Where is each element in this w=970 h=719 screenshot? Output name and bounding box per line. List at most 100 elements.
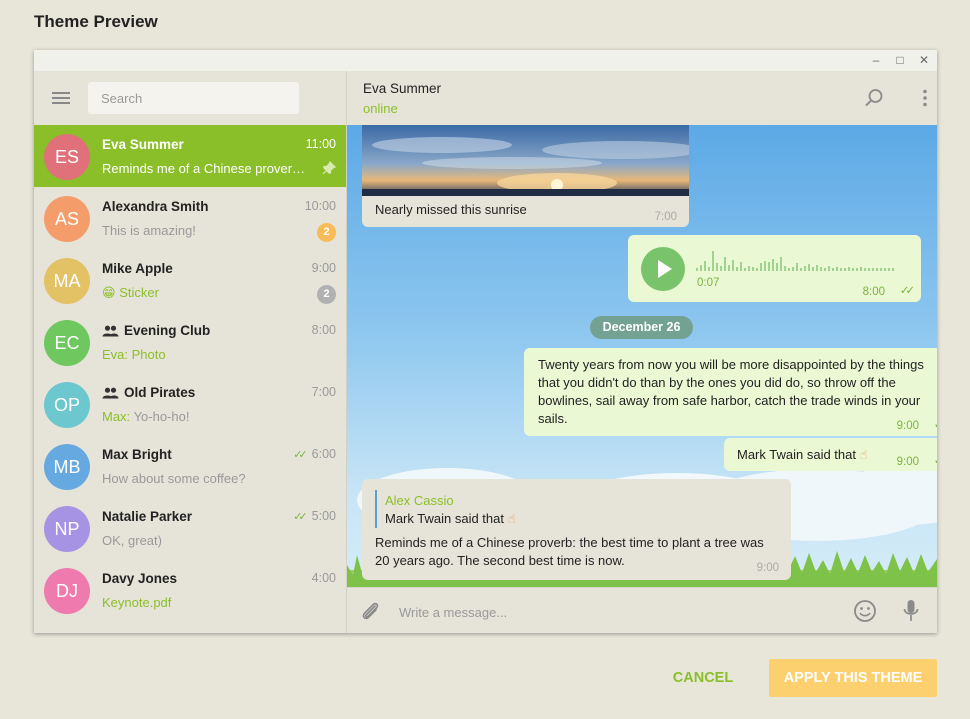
message-time: 8:00 xyxy=(862,286,885,298)
chat-time: ✓✓ 5:00 xyxy=(293,509,336,523)
chat-item-mike-apple[interactable]: MA Mike Apple 9:00 😁 Sticker 2 xyxy=(34,249,346,311)
grin-emoji-icon: 😁 xyxy=(102,285,116,300)
chat-item-max-bright[interactable]: MB Max Bright ✓✓ 6:00 How about some coff… xyxy=(34,435,346,497)
message-input[interactable] xyxy=(397,600,821,624)
dialog-title: Theme Preview xyxy=(34,12,158,31)
close-icon[interactable]: ✕ xyxy=(917,53,931,67)
chat-list-sidebar: ES Eva Summer 11:00 Reminds me of a Chin… xyxy=(34,71,347,633)
peer-status: online xyxy=(363,101,398,116)
search-icon[interactable] xyxy=(864,88,884,108)
avatar: EC xyxy=(44,320,90,366)
paperclip-icon[interactable] xyxy=(359,599,381,623)
date-separator: December 26 xyxy=(590,316,693,339)
avatar: OP xyxy=(44,382,90,428)
play-button[interactable] xyxy=(641,247,685,291)
chat-item-eva-summer[interactable]: ES Eva Summer 11:00 Reminds me of a Chin… xyxy=(34,125,346,187)
play-icon xyxy=(658,260,672,278)
chat-item-old-pirates[interactable]: OP Old Pirates 7:00 Max: Yo-ho-ho! xyxy=(34,373,346,435)
search-input[interactable] xyxy=(88,82,299,114)
chat-name: Old Pirates xyxy=(102,385,195,400)
chat-item-alexandra-smith[interactable]: AS Alexandra Smith 10:00 This is amazing… xyxy=(34,187,346,249)
chat-preview: This is amazing! xyxy=(102,223,196,238)
microphone-icon[interactable] xyxy=(901,598,921,624)
double-check-icon: ✓✓ xyxy=(293,511,308,523)
group-icon xyxy=(102,325,119,337)
chat-time: 4:00 xyxy=(311,571,336,585)
avatar: ES xyxy=(44,134,90,180)
sidebar-header xyxy=(34,71,346,125)
pointing-up-emoji-icon: ☝ xyxy=(507,511,516,526)
chat-name: Evening Club xyxy=(102,323,210,338)
conversation-header: Eva Summer online xyxy=(347,71,937,125)
avatar: AS xyxy=(44,196,90,242)
chat-preview: Reminds me of a Chinese proverb: the bes… xyxy=(102,161,310,176)
message-time: 9:00 xyxy=(896,420,919,432)
chat-preview: Max: Yo-ho-ho! xyxy=(102,409,312,424)
avatar: MA xyxy=(44,258,90,304)
chat-name: Natalie Parker xyxy=(102,509,193,524)
chat-name: Davy Jones xyxy=(102,571,178,586)
chat-time: 10:00 xyxy=(304,199,336,213)
avatar: NP xyxy=(44,506,90,552)
chat-time: 11:00 xyxy=(305,137,336,151)
chat-time: 8:00 xyxy=(311,323,336,337)
message-text: Reminds me of a Chinese proverb: the bes… xyxy=(375,535,764,568)
reply-author[interactable]: Alex Cassio xyxy=(385,492,454,510)
hamburger-menu-icon[interactable] xyxy=(52,92,70,104)
avatar: DJ xyxy=(44,568,90,614)
more-vertical-icon[interactable] xyxy=(915,88,935,108)
chat-preview-text: Sticker xyxy=(119,285,159,300)
double-check-icon: ✓✓ xyxy=(934,416,937,434)
sunrise-photo[interactable] xyxy=(362,125,689,196)
chat-preview-text: Yo-ho-ho! xyxy=(133,409,190,424)
photo-message[interactable]: Nearly missed this sunrise 7:00 xyxy=(362,125,689,227)
message-text-content: Mark Twain said that xyxy=(737,447,856,462)
chat-preview: OK, great) xyxy=(102,533,162,548)
chat-name: Alexandra Smith xyxy=(102,199,209,214)
voice-message[interactable]: 0:07 8:00 ✓✓ xyxy=(628,235,921,302)
chat-time-text: 6:00 xyxy=(311,447,336,461)
chat-preview: Eva: Photo xyxy=(102,347,166,362)
chat-name: Max Bright xyxy=(102,447,172,462)
quote-message[interactable]: Twenty years from now you will be more d… xyxy=(524,348,937,436)
chat-time: 7:00 xyxy=(311,385,336,399)
chat-name: Eva Summer xyxy=(102,137,184,152)
unread-badge: 2 xyxy=(317,285,336,304)
chat-preview: 😁 Sticker xyxy=(102,285,312,301)
message-text: Twenty years from now you will be more d… xyxy=(538,357,924,426)
chat-preview: How about some coffee? xyxy=(102,471,246,486)
twain-message[interactable]: Mark Twain said that ☝ 9:00 ✓✓ xyxy=(724,438,937,471)
message-time: 7:00 xyxy=(654,211,677,223)
composer-bar xyxy=(347,587,937,633)
window-titlebar: – □ ✕ xyxy=(34,50,937,71)
cancel-button[interactable]: CANCEL xyxy=(664,660,742,696)
chat-item-natalie-parker[interactable]: NP Natalie Parker ✓✓ 5:00 OK, great) xyxy=(34,497,346,559)
chat-item-davy-jones[interactable]: DJ Davy Jones 4:00 Keynote.pdf xyxy=(34,559,346,621)
minimize-icon[interactable]: – xyxy=(869,53,883,67)
maximize-icon[interactable]: □ xyxy=(893,53,907,67)
reply-quote-text: Mark Twain said that xyxy=(385,511,504,526)
group-icon xyxy=(102,387,119,399)
reply-quote[interactable]: Mark Twain said that ☝ xyxy=(385,510,516,528)
preview-sender: Max: xyxy=(102,409,131,424)
chat-item-evening-club[interactable]: EC Evening Club 8:00 Eva: Photo xyxy=(34,311,346,373)
chat-name-text: Evening Club xyxy=(124,323,211,338)
reply-bar xyxy=(375,490,377,528)
double-check-icon: ✓✓ xyxy=(293,449,308,461)
message-time: 9:00 xyxy=(896,456,919,468)
avatar: MB xyxy=(44,444,90,490)
chat-preview: Keynote.pdf xyxy=(102,595,172,610)
emoji-icon[interactable] xyxy=(853,599,877,623)
unread-badge: 2 xyxy=(317,223,336,242)
chat-name-text: Old Pirates xyxy=(124,385,196,400)
preview-window: – □ ✕ ES Eva Summer 11:00 Reminds me of … xyxy=(34,50,937,633)
chat-time-text: 5:00 xyxy=(311,509,336,523)
pin-icon xyxy=(322,161,336,175)
chat-time: ✓✓ 6:00 xyxy=(293,447,336,461)
double-check-icon: ✓✓ xyxy=(899,285,915,297)
reply-message[interactable]: Alex Cassio Mark Twain said that ☝ Remin… xyxy=(362,479,791,580)
photo-caption: Nearly missed this sunrise xyxy=(375,202,527,217)
apply-theme-button[interactable]: APPLY THIS THEME xyxy=(769,659,937,697)
voice-duration: 0:07 xyxy=(697,277,720,289)
chat-time: 9:00 xyxy=(311,261,336,275)
